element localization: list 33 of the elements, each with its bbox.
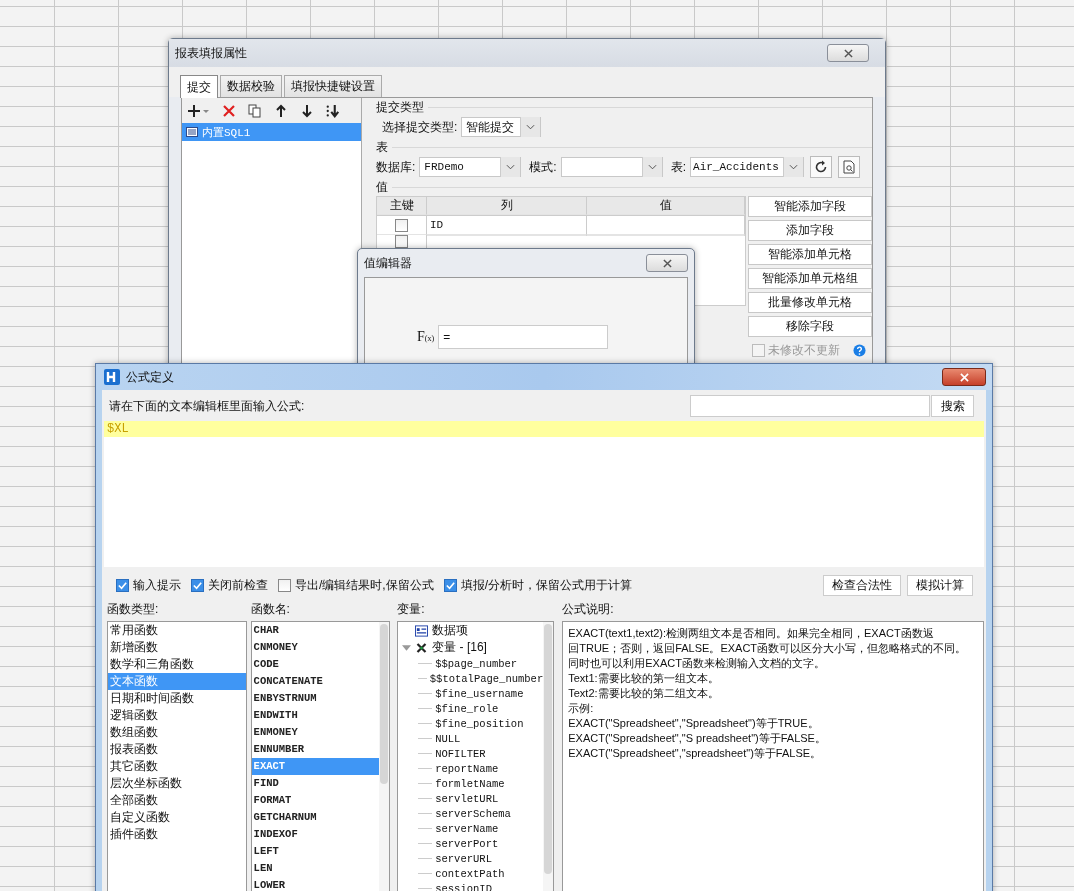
field-label: 数据库: — [376, 158, 416, 176]
column-header: 值 — [587, 197, 745, 215]
checkbox-label: 未修改不更新 — [768, 341, 840, 359]
field-label: 表: — [670, 158, 687, 176]
window-title: 公式定义 — [126, 368, 174, 386]
section-heading: 提交类型 — [376, 98, 424, 116]
description-text: 回TRUE；否则，返回FALSE。EXACT函数可以区分大小写，但忽略格式的不同。 — [568, 641, 968, 656]
column-heading: 函数名: — [250, 601, 291, 617]
field-label: 选择提交类型: — [382, 118, 458, 136]
description-text: 同时也可以利用EXACT函数来检测输入文档的文字。 — [568, 656, 826, 671]
field-label: 模式: — [529, 158, 557, 176]
checkbox-label: 导出/编辑结果时,保留公式 — [295, 576, 434, 594]
description-text: EXACT("Spreadsheet","S preadsheet")等于FALSE。 — [568, 731, 827, 746]
checkbox-label: 输入提示 — [133, 576, 181, 594]
checkbox-label: 填报/分析时，保留公式用于计算 — [460, 576, 632, 594]
description-text: Text1:需要比较的第一组文本。 — [568, 671, 720, 686]
column-heading: 函数类型: — [107, 601, 160, 617]
column-heading: 公式说明: — [562, 601, 615, 617]
column-header: 列 — [427, 197, 587, 215]
column-header: 主键 — [377, 197, 427, 215]
section-heading: 值 — [376, 178, 388, 196]
table-cell: ID — [427, 216, 587, 235]
section-heading: 表 — [376, 138, 388, 156]
window-title: 报表填报属性 — [175, 44, 247, 62]
description-text: EXACT("Spreadsheet","Spreadsheet")等于TRUE。 — [568, 716, 820, 731]
column-heading: 变量: — [397, 601, 426, 617]
description-text: 示例: — [568, 701, 595, 716]
window-title: 值编辑器 — [364, 254, 412, 272]
instruction-text: 请在下面的文本编辑框里面输入公式: — [109, 397, 305, 415]
description-text: EXACT(text1,text2):检测两组文本是否相同。如果完全相同，EXACT函数返 — [568, 626, 935, 641]
description-text: EXACT("Spreadsheet","spreadsheet")等于FALSE。 — [568, 746, 823, 761]
checkbox-label: 关闭前检查 — [208, 576, 268, 594]
description-text: Text2:需要比较的第二组文本。 — [568, 686, 720, 701]
